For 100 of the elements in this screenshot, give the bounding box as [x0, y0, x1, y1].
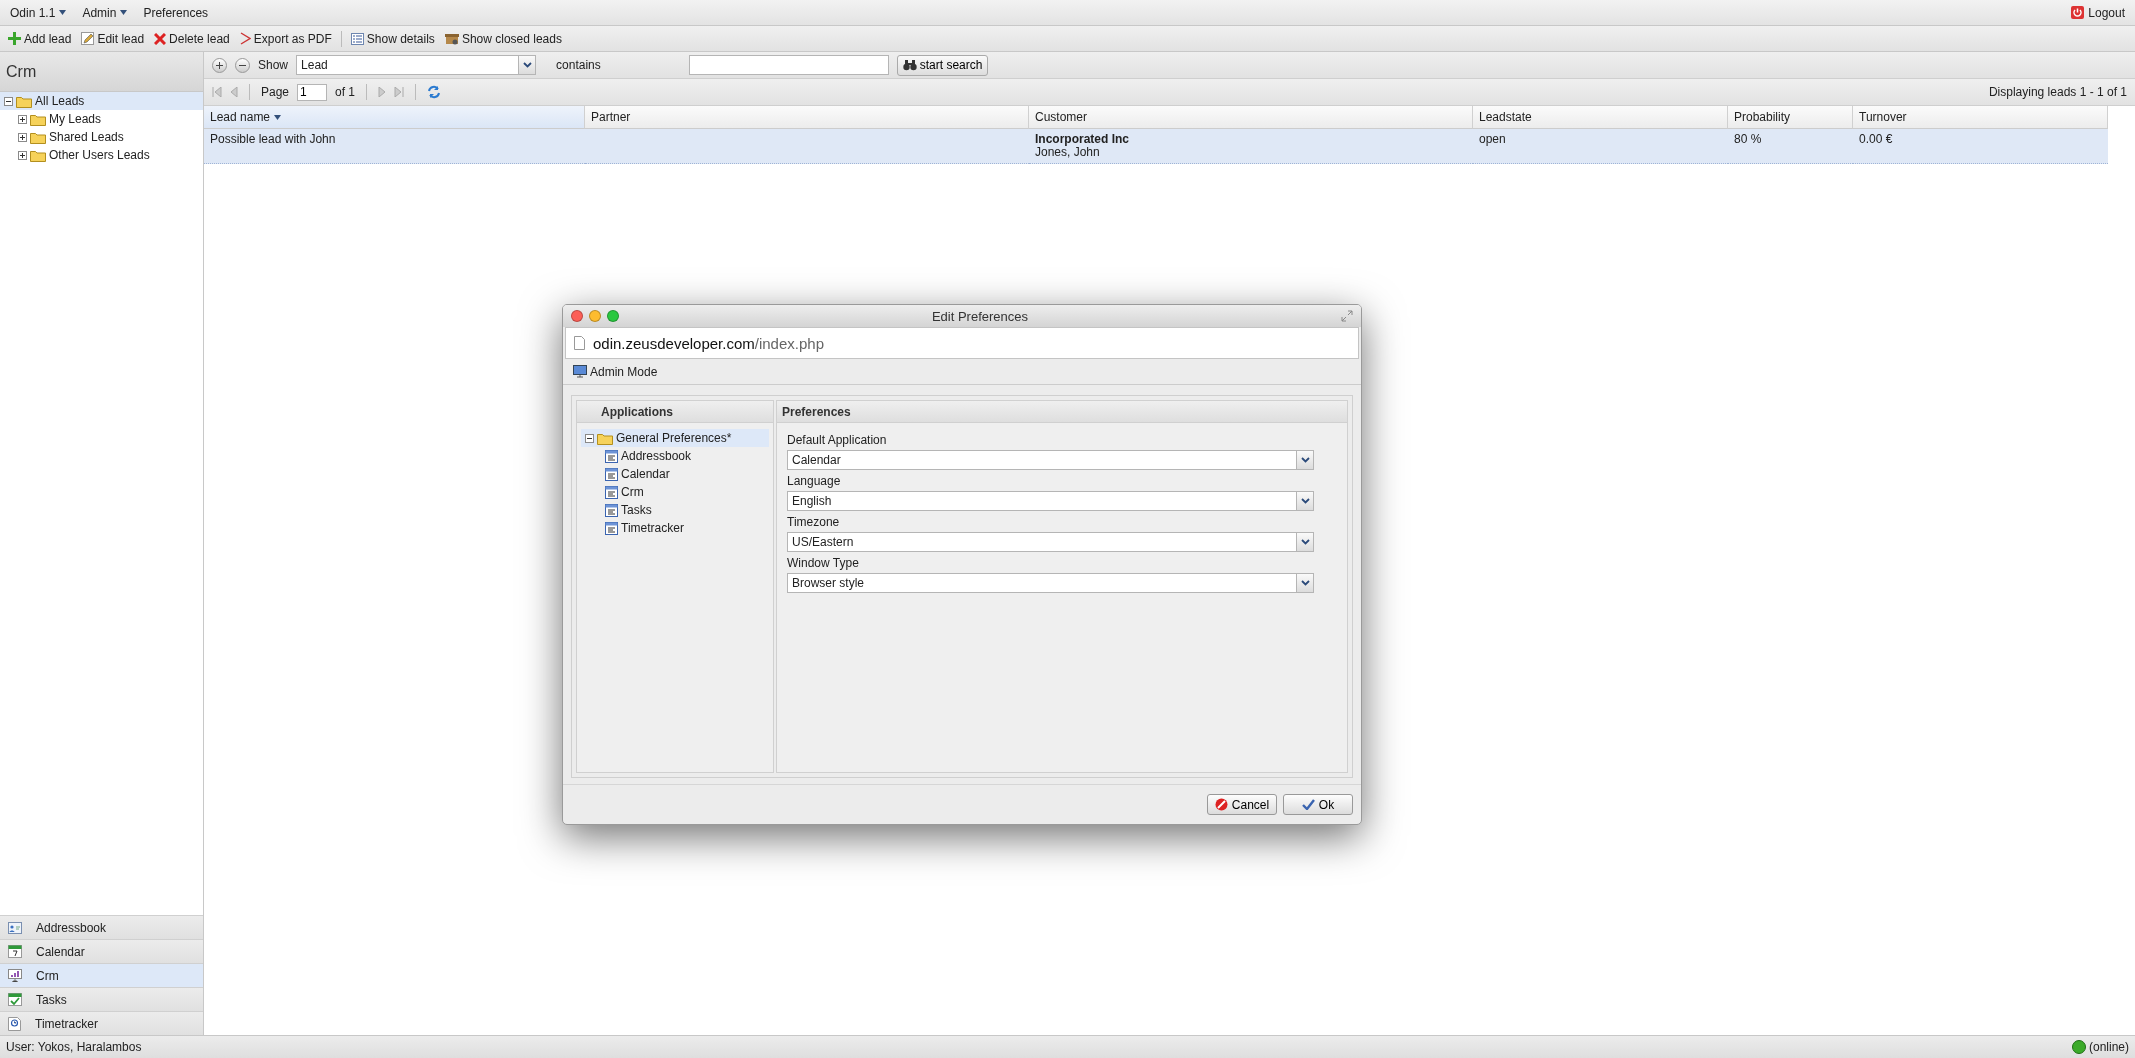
column-header[interactable]: Partner [585, 106, 1029, 129]
table-cell: open [1473, 129, 1728, 164]
table-cell: 0.00 € [1853, 129, 2108, 164]
expand-icon[interactable] [18, 114, 27, 124]
display-count: Displaying leads 1 - 1 of 1 [1988, 85, 2127, 99]
binoculars-icon [902, 59, 917, 71]
folder-icon [30, 148, 46, 162]
sidebar-title: Crm [0, 52, 203, 92]
column-header[interactable]: Lead name [204, 106, 585, 129]
select-field[interactable]: Browser style [787, 573, 1314, 593]
menu-item[interactable]: Preferences [137, 3, 215, 22]
expand-icon[interactable] [18, 132, 27, 142]
field-label: Window Type [787, 556, 860, 570]
checked-calendar-icon [8, 993, 22, 1006]
monitor-icon [573, 365, 587, 378]
folder-icon [30, 112, 46, 126]
next-page-icon[interactable] [378, 87, 387, 97]
toolbar-button[interactable]: Show closed leads [440, 29, 566, 48]
pencil-icon [81, 32, 95, 45]
address-card-icon [8, 921, 22, 934]
caret-icon [120, 10, 128, 15]
tree-item[interactable]: General Preferences* [581, 429, 769, 447]
plus-icon [216, 61, 223, 69]
list-document-icon [605, 503, 618, 517]
app-switcher-item[interactable]: Crm [0, 963, 203, 987]
tree-item[interactable]: Crm [581, 483, 769, 501]
previous-page-icon[interactable] [230, 87, 238, 97]
resize-icon[interactable] [1341, 310, 1353, 322]
start-search-button[interactable]: start search [896, 54, 989, 76]
power-icon [2071, 6, 2085, 19]
tree-item[interactable]: Addressbook [581, 447, 769, 465]
tree-item[interactable]: Other Users Leads [0, 146, 203, 164]
chevron-down-icon [1300, 539, 1310, 545]
online-indicator-icon [2071, 1040, 2086, 1054]
refresh-icon[interactable] [427, 85, 442, 99]
toolbar-button[interactable]: Delete lead [150, 29, 234, 48]
list-document-icon [605, 485, 618, 499]
field-label: Timezone [787, 515, 841, 529]
collapse-icon[interactable] [585, 433, 594, 443]
add-filter-button[interactable] [212, 57, 227, 73]
minimize-button[interactable] [589, 310, 601, 322]
caret-icon [59, 10, 67, 15]
field-label: Default Application [787, 433, 888, 447]
chevron-down-icon [1300, 457, 1310, 463]
page-icon [574, 336, 585, 350]
show-label: Show [258, 58, 289, 72]
app-switcher-item[interactable]: Timetracker [0, 1011, 203, 1035]
online-status: (online) [2088, 1040, 2129, 1054]
tree-item[interactable]: Tasks [581, 501, 769, 519]
caret-icon [274, 114, 282, 120]
calendar-icon [8, 945, 22, 958]
box-icon [444, 32, 459, 45]
url-text: odin.zeusdeveloper.com/index.php [593, 334, 824, 352]
cross-icon [154, 32, 167, 45]
list-icon [350, 32, 364, 45]
cancel-button[interactable]: Cancel [1207, 794, 1277, 815]
app-switcher-item[interactable]: Calendar [0, 939, 203, 963]
expand-icon[interactable] [18, 150, 27, 160]
bar-chart-icon [8, 969, 22, 982]
menu-item[interactable]: Odin 1.1 [4, 3, 73, 22]
page-label: Page [261, 85, 290, 99]
remove-filter-button[interactable] [235, 57, 250, 73]
table-cell: 80 % [1728, 129, 1853, 164]
chevron-down-icon [522, 62, 532, 68]
folder-icon [30, 130, 46, 144]
app-switcher-item[interactable]: Tasks [0, 987, 203, 1011]
tree-item[interactable]: Shared Leads [0, 128, 203, 146]
logout-button[interactable]: Logout [2065, 3, 2131, 22]
toolbar-button[interactable]: Export as PDF [235, 29, 336, 48]
show-dropdown[interactable]: Lead [296, 55, 537, 75]
close-button[interactable] [571, 310, 583, 322]
tree-item[interactable]: All Leads [0, 92, 203, 110]
tree-item[interactable]: My Leads [0, 110, 203, 128]
menu-item[interactable]: Admin [76, 3, 134, 22]
ok-button[interactable]: Ok [1283, 794, 1353, 815]
field-label: Language [787, 474, 842, 488]
page-number-field[interactable]: 1 [297, 83, 328, 101]
toolbar-button[interactable]: Add lead [4, 29, 76, 48]
column-header[interactable]: Customer [1029, 106, 1473, 129]
select-field[interactable]: English [787, 491, 1314, 511]
table-cell: Incorporated Inc Jones, John [1029, 129, 1473, 164]
select-field[interactable]: Calendar [787, 450, 1314, 470]
toolbar-button[interactable]: Edit lead [77, 29, 149, 48]
collapse-icon[interactable] [4, 96, 13, 106]
select-field[interactable]: US/Eastern [787, 532, 1314, 552]
column-header[interactable]: Probability [1728, 106, 1853, 129]
app-switcher-item[interactable]: Addressbook [0, 915, 203, 939]
tree-item[interactable]: Calendar [581, 465, 769, 483]
list-document-icon [605, 449, 618, 463]
folder-icon [597, 431, 613, 445]
list-document-icon [605, 521, 618, 535]
zoom-button[interactable] [607, 310, 619, 322]
column-header[interactable]: Turnover [1853, 106, 2108, 129]
toolbar-button[interactable]: Show details [346, 29, 439, 48]
tree-item[interactable]: Timetracker [581, 519, 769, 537]
chevron-down-icon [1300, 498, 1310, 504]
checkmark-icon [1301, 799, 1315, 810]
admin-mode-button[interactable]: Admin Mode [569, 362, 662, 381]
search-field[interactable] [688, 55, 889, 75]
column-header[interactable]: Leadstate [1473, 106, 1728, 129]
